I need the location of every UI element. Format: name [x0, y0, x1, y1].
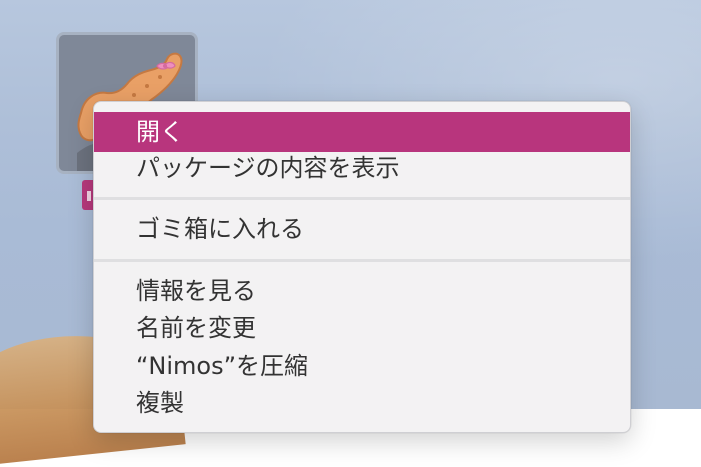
menu-item-get-info[interactable]: 情報を見る	[94, 271, 630, 311]
menu-item-rename[interactable]: 名前を変更	[94, 308, 630, 348]
menu-item-duplicate[interactable]: 複製	[94, 383, 630, 423]
context-menu: 開く パッケージの内容を表示 ゴミ箱に入れる 情報を見る 名前を変更 “Nimo…	[93, 101, 631, 433]
menu-item-open[interactable]: 開く	[94, 112, 630, 152]
menu-item-move-to-trash[interactable]: ゴミ箱に入れる	[94, 209, 630, 249]
menu-item-show-package-contents[interactable]: パッケージの内容を表示	[94, 148, 630, 188]
menu-item-compress[interactable]: “Nimos”を圧縮	[94, 346, 630, 386]
menu-separator	[94, 197, 630, 200]
menu-separator	[94, 259, 630, 262]
